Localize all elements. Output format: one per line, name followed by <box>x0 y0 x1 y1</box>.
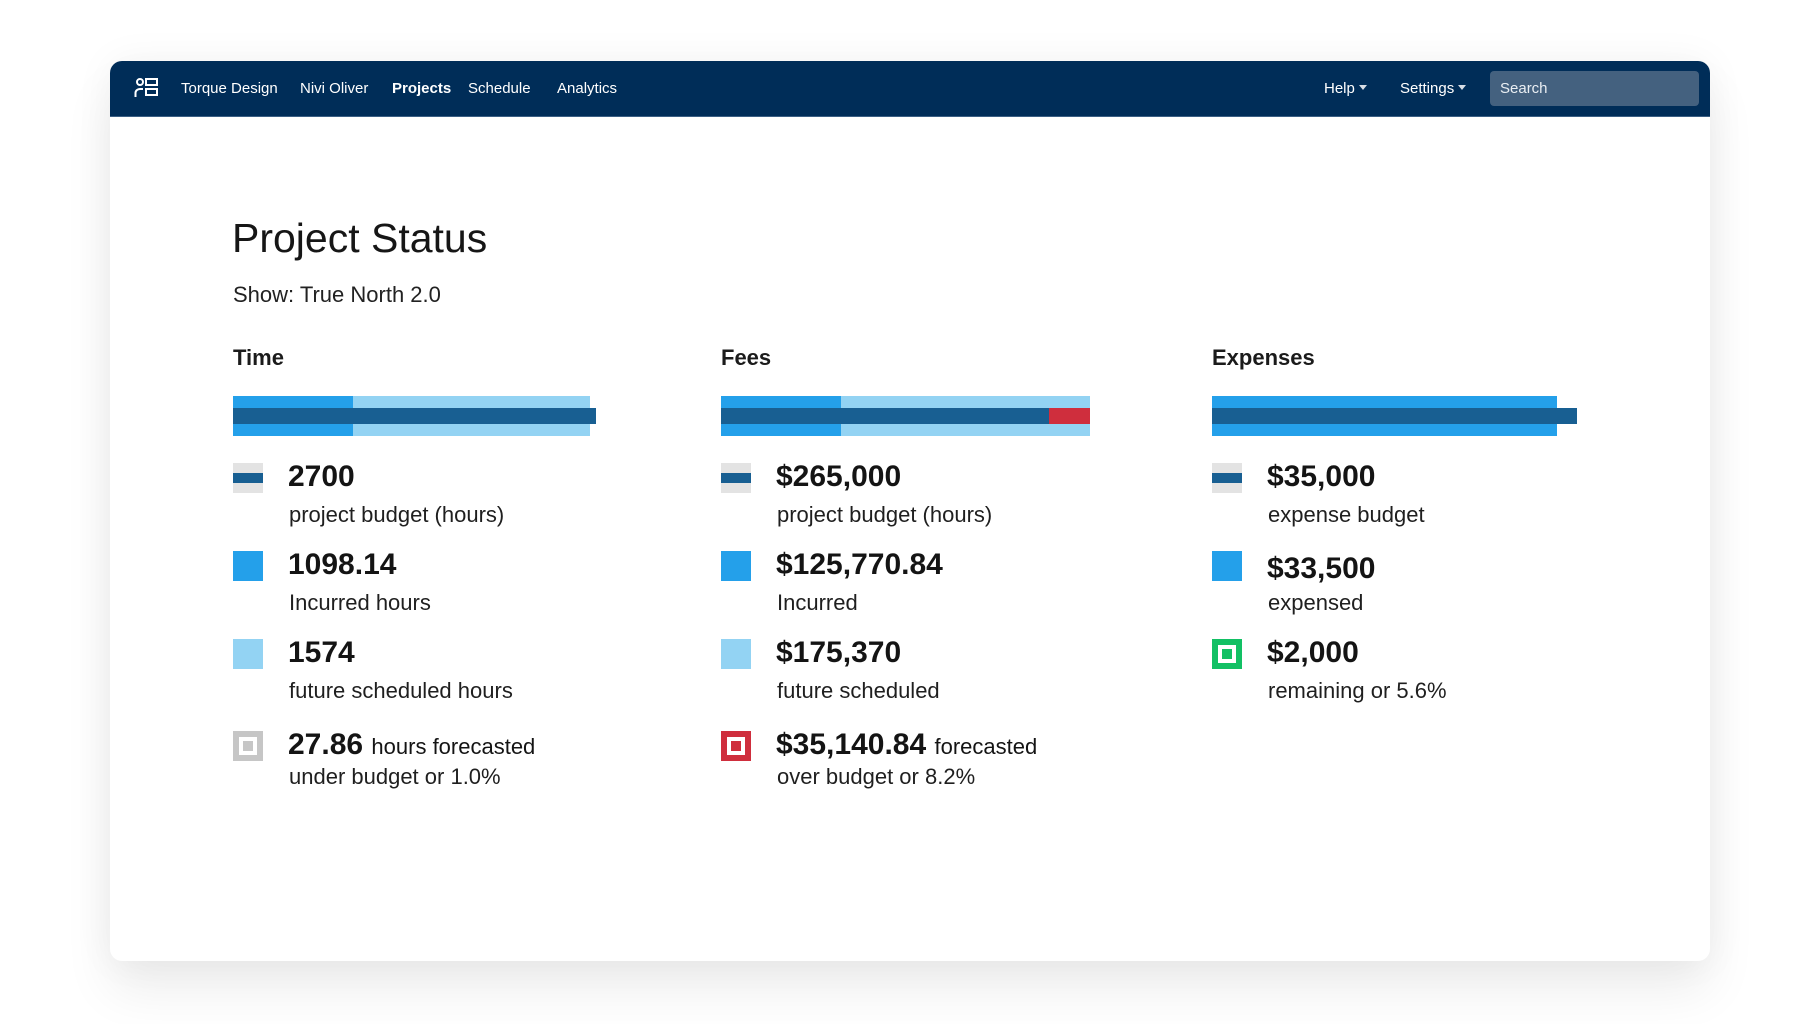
chevron-down-icon <box>1358 85 1367 90</box>
remaining-swatch-icon <box>1212 639 1242 669</box>
budget-value: $35,000 <box>1267 460 1376 493</box>
search-input[interactable] <box>1490 71 1699 106</box>
nav-projects[interactable]: Projects <box>392 79 451 99</box>
legend-expensed: $33,500 expensed <box>1212 551 1652 639</box>
budget-swatch-icon <box>1212 463 1242 493</box>
page-title: Project Status <box>232 215 488 261</box>
time-bar <box>233 396 596 436</box>
budget-swatch-icon <box>721 463 751 493</box>
budget-label: project budget (hours) <box>777 502 993 527</box>
expenses-legend: $35,000 expense budget $33,500 expensed … <box>1212 460 1652 727</box>
incurred-swatch-icon <box>721 551 751 581</box>
legend-budget: $265,000 project budget (hours) <box>721 460 1161 551</box>
incurred-value: 1098.14 <box>288 548 397 581</box>
fees-bar <box>721 396 1090 436</box>
settings-label: Settings <box>1400 80 1455 97</box>
forecast-amount: 27.86 <box>288 728 364 761</box>
settings-menu[interactable]: Settings <box>1400 79 1467 99</box>
future-label: future scheduled hours <box>289 678 513 703</box>
forecast-value: 27.86 hours forecasted <box>288 727 535 765</box>
legend-forecast: $35,140.84 forecasted over budget or 8.2… <box>721 728 1161 819</box>
future-label: future scheduled <box>777 678 940 703</box>
legend-future: 1574 future scheduled hours <box>233 636 673 727</box>
legend-budget: 2700 project budget (hours) <box>233 460 673 551</box>
legend-remaining: $2,000 remaining or 5.6% <box>1212 636 1652 727</box>
future-swatch-icon <box>233 639 263 669</box>
time-legend: 2700 project budget (hours) 1098.14 Incu… <box>233 460 673 819</box>
future-segment <box>841 424 1090 436</box>
incurred-segment <box>721 396 841 408</box>
budget-segment <box>1212 408 1577 424</box>
expenses-bar <box>1212 396 1577 436</box>
expensed-swatch-icon <box>1212 551 1242 581</box>
legend-incurred: 1098.14 Incurred hours <box>233 548 673 639</box>
incurred-label: Incurred hours <box>289 590 431 615</box>
time-title: Time <box>233 345 284 370</box>
legend-future: $175,370 future scheduled <box>721 636 1161 727</box>
time-column: Time 2700 project budget (hours) 1098.14… <box>233 344 673 819</box>
budget-swatch-icon <box>233 463 263 493</box>
nav-schedule[interactable]: Schedule <box>468 79 531 99</box>
future-value: 1574 <box>288 636 355 669</box>
budget-value: $265,000 <box>776 460 902 493</box>
expensed-label: expensed <box>1268 590 1364 615</box>
forecast-value: $35,140.84 forecasted <box>776 727 1037 765</box>
chevron-down-icon <box>1458 85 1467 90</box>
future-segment <box>353 396 590 408</box>
forecast-suffix: hours forecasted <box>371 734 536 759</box>
over-budget-segment <box>1049 408 1090 424</box>
forecast-label: under budget or 1.0% <box>289 764 501 789</box>
app-window: Torque Design Nivi Oliver Projects Sched… <box>110 61 1710 961</box>
fees-title: Fees <box>721 345 772 370</box>
fees-column: Fees $265,000 project budget (hours) $12… <box>721 344 1161 819</box>
incurred-swatch-icon <box>233 551 263 581</box>
incurred-value: $125,770.84 <box>776 548 943 581</box>
nav-nivi-oliver[interactable]: Nivi Oliver <box>300 79 368 99</box>
future-swatch-icon <box>721 639 751 669</box>
nav-torque-design[interactable]: Torque Design <box>181 79 278 99</box>
forecast-amount: $35,140.84 <box>776 728 927 761</box>
incurred-segment <box>721 424 841 436</box>
expenses-column: Expenses $35,000 expense budget $33,500 … <box>1212 344 1652 727</box>
fees-legend: $265,000 project budget (hours) $125,770… <box>721 460 1161 819</box>
budget-label: expense budget <box>1268 502 1425 527</box>
future-segment <box>353 424 590 436</box>
incurred-segment <box>233 424 353 436</box>
legend-incurred: $125,770.84 Incurred <box>721 548 1161 639</box>
forecast-under-swatch-icon <box>233 731 263 761</box>
forecast-over-swatch-icon <box>721 731 751 761</box>
budget-segment <box>233 408 596 424</box>
expenses-title: Expenses <box>1212 345 1315 370</box>
help-label: Help <box>1324 80 1355 97</box>
future-value: $175,370 <box>776 636 902 669</box>
remaining-label: remaining or 5.6% <box>1268 678 1447 703</box>
forecast-label: over budget or 8.2% <box>777 764 976 789</box>
contacts-icon[interactable] <box>134 77 158 99</box>
legend-forecast: 27.86 hours forecasted under budget or 1… <box>233 728 673 819</box>
expensed-value: $33,500 <box>1267 552 1376 585</box>
legend-budget: $35,000 expense budget <box>1212 460 1652 551</box>
incurred-segment <box>1212 424 1557 436</box>
top-nav: Torque Design Nivi Oliver Projects Sched… <box>110 61 1710 117</box>
forecast-suffix: forecasted <box>934 734 1038 759</box>
budget-segment <box>721 408 1049 424</box>
incurred-label: Incurred <box>777 590 858 615</box>
help-menu[interactable]: Help <box>1324 79 1367 99</box>
remaining-value: $2,000 <box>1267 636 1359 669</box>
project-filter[interactable]: Show: True North 2.0 <box>233 281 441 309</box>
budget-label: project budget (hours) <box>289 502 505 527</box>
incurred-segment <box>1212 396 1557 408</box>
budget-value: 2700 <box>288 460 355 493</box>
future-segment <box>841 396 1090 408</box>
nav-analytics[interactable]: Analytics <box>557 79 617 99</box>
incurred-segment <box>233 396 353 408</box>
